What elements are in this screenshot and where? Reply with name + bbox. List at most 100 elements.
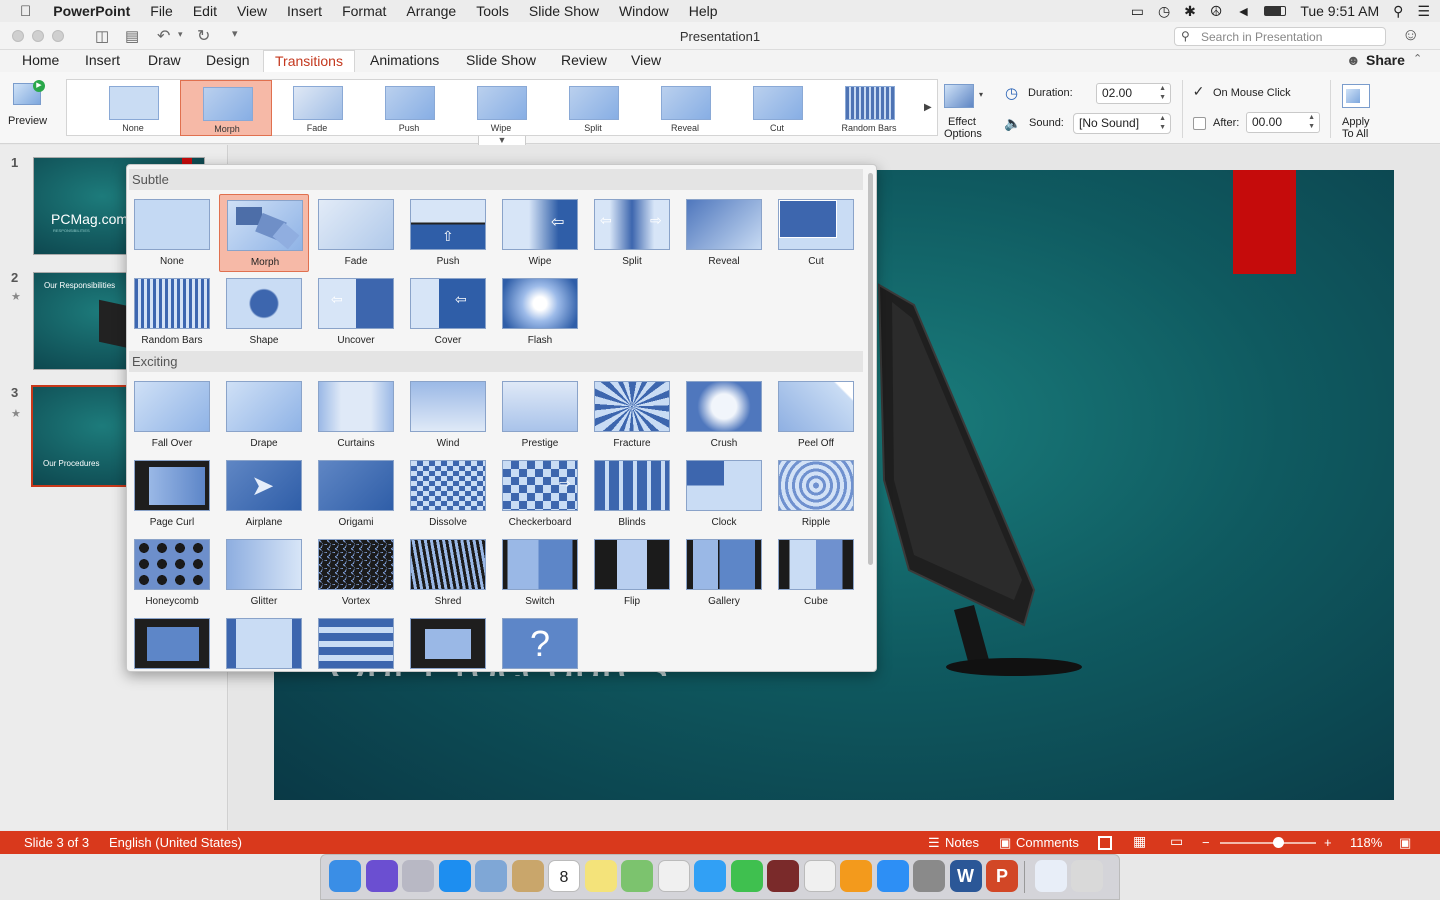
facetime-icon[interactable] — [730, 860, 763, 892]
sound-select[interactable]: [No Sound] ▲ ▼ — [1073, 113, 1171, 134]
slide-sorter-icon[interactable]: ▦ — [1133, 833, 1146, 850]
transition-shred[interactable]: Shred — [403, 534, 493, 612]
transition-more-2[interactable] — [219, 613, 309, 671]
notes-icon[interactable] — [584, 860, 617, 892]
contacts-icon[interactable] — [511, 860, 544, 892]
menu-arrange[interactable]: Arrange — [396, 3, 466, 19]
clock[interactable]: Tue 9:51 AM — [1300, 3, 1379, 19]
gallery-split[interactable]: Split — [547, 80, 639, 136]
transition-glitter[interactable]: Glitter — [219, 534, 309, 612]
transition-split[interactable]: ⇦ ⇨ Split — [587, 194, 677, 272]
gallery-random-bars[interactable]: Random Bars — [823, 80, 915, 136]
transition-honeycomb[interactable]: Honeycomb — [127, 534, 217, 612]
transition-origami[interactable]: Origami — [311, 455, 401, 533]
transition-crush[interactable]: Crush — [679, 376, 769, 454]
time-machine-icon[interactable]: ◷ — [1158, 3, 1170, 20]
spotlight-search-icon[interactable]: ⚲ — [1393, 3, 1403, 20]
notification-center-icon[interactable]: ☰ — [1417, 3, 1430, 20]
menu-tools[interactable]: Tools — [466, 3, 519, 19]
reading-view-icon[interactable]: ▭ — [1170, 833, 1183, 850]
notes-button[interactable]: Notes — [945, 835, 979, 850]
messages-icon[interactable] — [694, 860, 726, 892]
after-checkbox[interactable] — [1193, 117, 1206, 130]
zoom-percentage[interactable]: 118% — [1350, 835, 1382, 850]
duration-stepper[interactable]: 02.00 ▲ ▼ — [1096, 83, 1171, 104]
powerpoint-icon[interactable]: P — [986, 860, 1018, 892]
menu-format[interactable]: Format — [332, 3, 396, 19]
app-store-icon[interactable] — [876, 860, 909, 892]
zoom-slider-thumb[interactable] — [1272, 837, 1284, 848]
volume-icon[interactable]: ◄ — [1236, 3, 1250, 19]
effect-options-icon[interactable] — [944, 84, 974, 108]
transition-more-3[interactable] — [311, 613, 401, 671]
preview-icon[interactable] — [475, 860, 507, 892]
transition-vortex[interactable]: Vortex — [311, 534, 401, 612]
transition-dissolve[interactable]: Dissolve — [403, 455, 493, 533]
transition-uncover[interactable]: ⇦ Uncover — [311, 273, 401, 351]
gallery-morph[interactable]: Morph — [180, 80, 272, 136]
menu-slide-show[interactable]: Slide Show — [519, 3, 609, 19]
tab-insert[interactable]: Insert — [85, 52, 120, 68]
gallery-cut[interactable]: Cut — [731, 80, 823, 136]
share-button[interactable]: Share — [1366, 52, 1405, 68]
transition-none[interactable]: None — [127, 194, 217, 272]
transition-shape[interactable]: Shape — [219, 273, 309, 351]
transition-random[interactable]: ? — [495, 613, 585, 671]
transition-ripple[interactable]: Ripple — [771, 455, 861, 533]
app-menu[interactable]: PowerPoint — [43, 3, 140, 19]
transition-more-1[interactable] — [127, 613, 217, 671]
transition-wipe[interactable]: ⇦ Wipe — [495, 194, 585, 272]
documents-folder-icon[interactable] — [1034, 860, 1067, 892]
transition-cut[interactable]: Cut — [771, 194, 861, 272]
menu-file[interactable]: File — [140, 3, 183, 19]
tab-draw[interactable]: Draw — [148, 52, 181, 68]
transition-morph[interactable]: Morph — [219, 194, 309, 272]
photos-icon[interactable] — [657, 860, 690, 892]
menu-window[interactable]: Window — [609, 3, 679, 19]
transition-fade[interactable]: Fade — [311, 194, 401, 272]
transition-fall-over[interactable]: Fall Over — [127, 376, 217, 454]
preview-button[interactable]: ▶ — [10, 80, 48, 110]
popup-scrollbar[interactable] — [868, 173, 873, 565]
menu-help[interactable]: Help — [679, 3, 728, 19]
apple-icon[interactable]:  — [0, 3, 43, 20]
wifi-icon[interactable]: ☮ — [1210, 3, 1223, 20]
transition-gallery[interactable]: Gallery — [679, 534, 769, 612]
transition-random-bars[interactable]: Random Bars — [127, 273, 217, 351]
siri-icon[interactable] — [365, 860, 398, 892]
collapse-ribbon-icon[interactable]: ⌃ — [1413, 52, 1422, 65]
zoom-out-button[interactable]: − — [1202, 835, 1210, 850]
effect-options-dropdown-icon[interactable]: ▾ — [979, 90, 983, 99]
bluetooth-icon[interactable]: ✱ — [1184, 3, 1196, 20]
photo-booth-icon[interactable] — [767, 860, 799, 892]
on-mouse-click-checkbox[interactable]: ✓ — [1192, 84, 1205, 99]
transition-wind[interactable]: Wind — [403, 376, 493, 454]
gallery-scroll-right-icon[interactable]: ▶ — [924, 102, 932, 113]
normal-view-icon[interactable] — [1098, 836, 1112, 850]
system-preferences-icon[interactable] — [913, 860, 945, 892]
launchpad-icon[interactable] — [402, 860, 434, 892]
tab-animations[interactable]: Animations — [370, 52, 439, 68]
transition-checkerboard[interactable]: ⇨ Checkerboard — [495, 455, 585, 533]
tab-design[interactable]: Design — [206, 52, 250, 68]
tab-home[interactable]: Home — [22, 52, 59, 68]
transition-flip[interactable]: Flip — [587, 534, 677, 612]
transition-cube[interactable]: Cube — [771, 534, 861, 612]
smiley-feedback-icon[interactable]: ☺ — [1402, 25, 1419, 45]
battery-icon[interactable] — [1264, 6, 1287, 16]
itunes-icon[interactable] — [803, 860, 836, 892]
stepper-arrows-icon[interactable]: ▲ ▼ — [1159, 84, 1166, 102]
menu-edit[interactable]: Edit — [183, 3, 227, 19]
fit-to-window-icon[interactable]: ▣ — [1399, 835, 1411, 851]
transition-fracture[interactable]: Fracture — [587, 376, 677, 454]
zoom-in-button[interactable]: + — [1324, 835, 1332, 850]
transition-push[interactable]: ⇧ Push — [403, 194, 493, 272]
transition-prestige[interactable]: Prestige — [495, 376, 585, 454]
word-icon[interactable]: W — [949, 860, 982, 892]
menu-view[interactable]: View — [227, 3, 277, 19]
transition-clock[interactable]: Clock — [679, 455, 769, 533]
gallery-reveal[interactable]: Reveal — [639, 80, 731, 136]
ibooks-icon[interactable] — [840, 860, 872, 892]
trash-icon[interactable] — [1071, 860, 1103, 892]
transition-cover[interactable]: ⇦ Cover — [403, 273, 493, 351]
